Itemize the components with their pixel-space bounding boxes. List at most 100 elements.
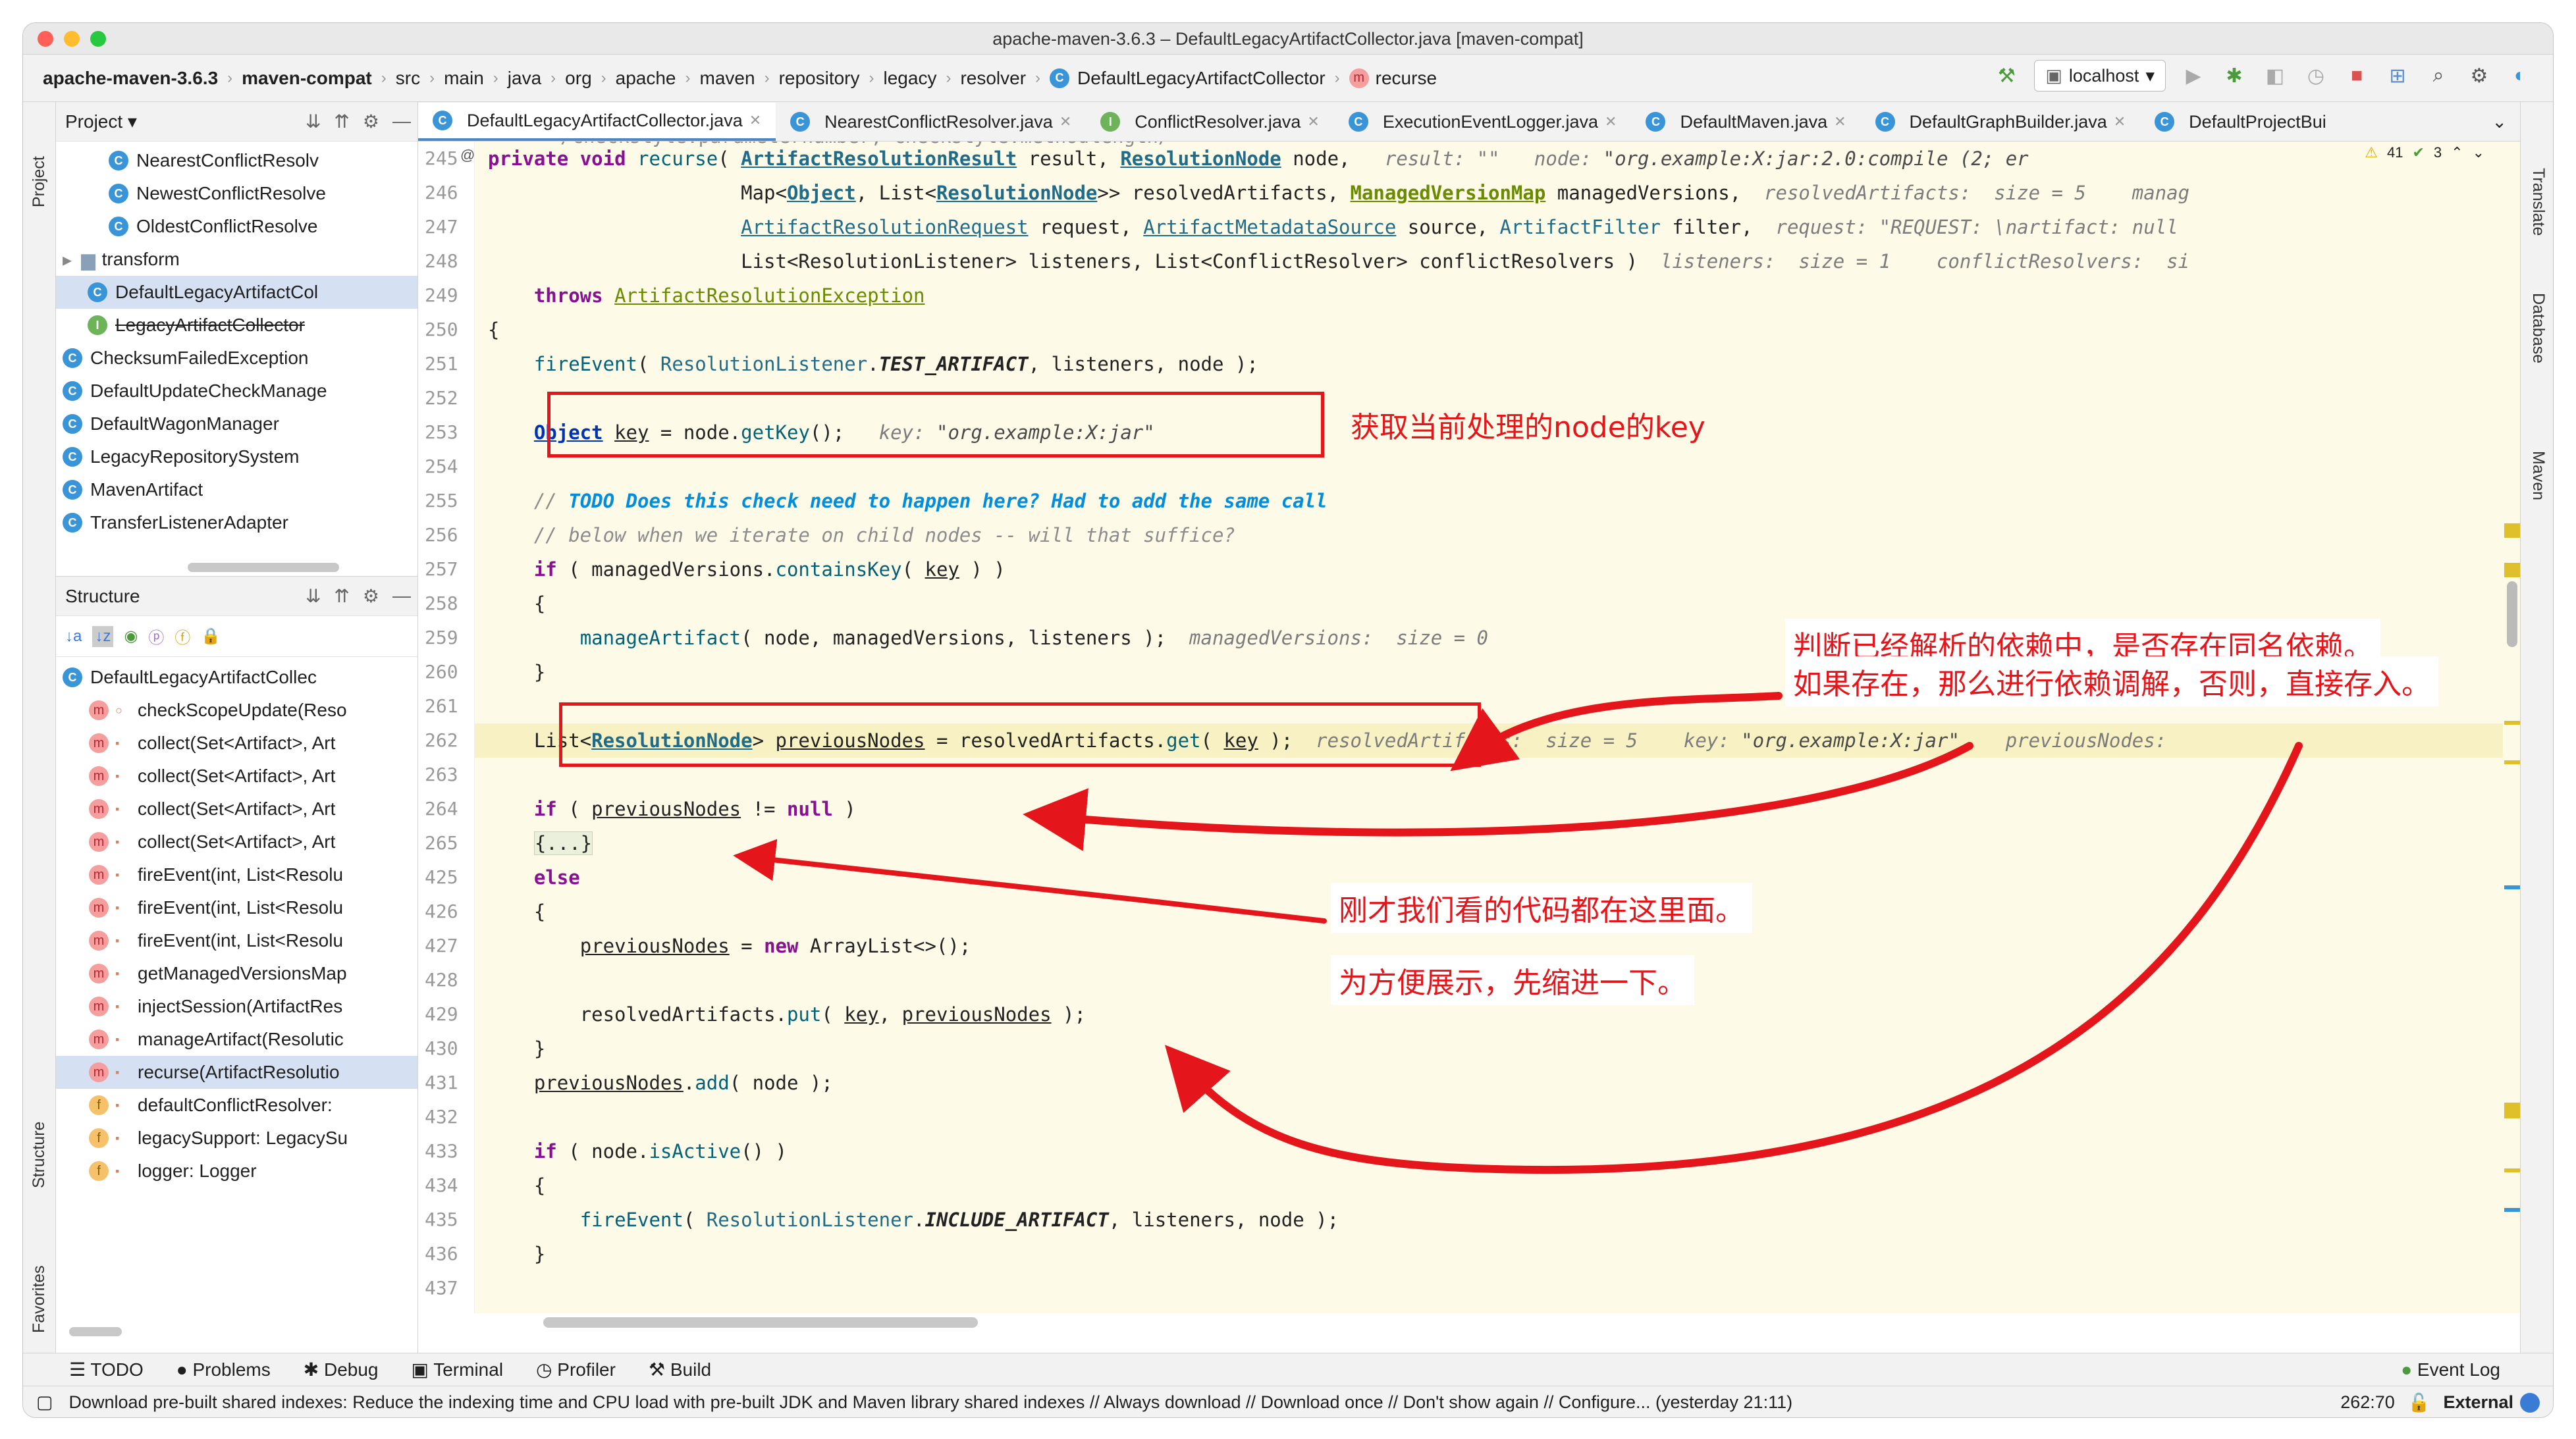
event-log-tool[interactable]: ● Event Log <box>2401 1359 2500 1380</box>
show-properties-icon[interactable]: ⓟ <box>148 625 164 648</box>
tabs-overflow-chevron-icon[interactable]: ⌄ <box>2477 103 2521 141</box>
structure-member[interactable]: m ▪ getManagedVersionsMap <box>56 957 417 990</box>
structure-member[interactable]: m ▪ collect(Set<Artifact>, Art <box>56 825 417 858</box>
structure-member[interactable]: m ▪ injectSession(ArtifactRes <box>56 990 417 1023</box>
tree-item[interactable]: C LegacyRepositorySystem <box>56 440 417 473</box>
sort-alpha-icon[interactable]: ↓a <box>65 627 82 646</box>
horizontal-scrollbar[interactable] <box>188 563 339 572</box>
stop-icon[interactable]: ■ <box>2344 63 2370 89</box>
run-icon[interactable]: ▶ <box>2180 63 2207 89</box>
structure-root[interactable]: C DefaultLegacyArtifactCollec <box>56 661 417 694</box>
horizontal-scrollbar[interactable] <box>69 1327 122 1336</box>
show-inherited-icon[interactable]: ◉ <box>124 627 138 646</box>
database-tool-button[interactable]: Database <box>2529 293 2548 398</box>
structure-tool-button[interactable]: Structure <box>30 1089 49 1188</box>
close-icon[interactable]: ✕ <box>749 112 761 129</box>
gear-icon[interactable]: ⚙ <box>363 585 379 607</box>
close-icon[interactable]: ✕ <box>2114 113 2126 130</box>
tab-defaultprojectbuilder[interactable]: C DefaultProjectBui <box>2140 103 2341 141</box>
tree-item[interactable]: I LegacyArtifactCollector <box>56 309 417 342</box>
crumb-org[interactable]: org <box>565 68 591 89</box>
expand-all-icon[interactable]: ⇊ <box>306 585 321 607</box>
coverage-icon[interactable]: ◧ <box>2262 63 2288 89</box>
close-window-button[interactable] <box>38 31 53 47</box>
debug-icon[interactable]: ✱ <box>2221 63 2247 89</box>
project-structure-icon[interactable]: ⊞ <box>2384 63 2411 89</box>
tree-item[interactable]: C DefaultUpdateCheckManage <box>56 375 417 407</box>
zoom-window-button[interactable] <box>90 31 106 47</box>
crumb-java[interactable]: java <box>508 68 541 89</box>
tree-item[interactable]: C NewestConflictResolve <box>56 177 417 210</box>
minimize-window-button[interactable] <box>64 31 80 47</box>
status-message[interactable]: Download pre-built shared indexes: Reduc… <box>69 1392 1793 1413</box>
inspection-widget[interactable]: ⚠ 41 ✔ 3 ⌃ ⌄ <box>2365 144 2484 161</box>
tree-item-selected[interactable]: C DefaultLegacyArtifactCol <box>56 276 417 309</box>
close-icon[interactable]: ✕ <box>1834 113 1846 130</box>
tree-item[interactable]: C DefaultWagonManager <box>56 407 417 440</box>
tree-item-folder[interactable]: ▸ ▆ transform <box>56 243 417 276</box>
crumb-legacy[interactable]: legacy <box>884 68 937 89</box>
gear-icon[interactable]: ⚙ <box>363 111 379 132</box>
caret-position[interactable]: 262:70 <box>2340 1392 2395 1413</box>
tree-item[interactable]: C OldestConflictResolve <box>56 210 417 243</box>
run-configuration-select[interactable]: ▣ localhost ▾ <box>2034 60 2166 92</box>
tab-defaultmaven[interactable]: C DefaultMaven.java ✕ <box>1631 103 1860 141</box>
structure-member[interactable]: m ▪ manageArtifact(Resolutic <box>56 1023 417 1056</box>
todo-tool[interactable]: ☰ TODO <box>69 1359 144 1380</box>
crumb-resolver[interactable]: resolver <box>960 68 1026 89</box>
show-non-public-icon[interactable]: 🔒 <box>201 627 221 646</box>
vertical-scrollbar-thumb[interactable] <box>2507 581 2517 647</box>
structure-member-selected[interactable]: m ▪ recurse(ArtifactResolutio <box>56 1056 417 1089</box>
terminal-tool[interactable]: ▣ Terminal <box>412 1359 504 1380</box>
problems-tool[interactable]: ● Problems <box>176 1359 271 1380</box>
project-tool-button[interactable]: Project <box>30 128 49 207</box>
crumb-class[interactable]: DefaultLegacyArtifactCollector <box>1077 68 1326 89</box>
structure-member[interactable]: f ▪ logger: Logger <box>56 1155 417 1188</box>
lock-icon[interactable]: 🔓 <box>2408 1392 2430 1413</box>
crumb-repository[interactable]: repository <box>779 68 860 89</box>
project-panel-title[interactable]: Project <box>65 111 122 132</box>
tab-defaultlegacyartifactcollector[interactable]: C DefaultLegacyArtifactCollector.java ✕ <box>418 103 776 141</box>
favorites-tool-button[interactable]: Favorites <box>30 1234 49 1333</box>
file-mode[interactable]: External <box>2443 1392 2513 1413</box>
expand-all-icon[interactable]: ⇊ <box>306 111 321 132</box>
tree-item[interactable]: C MavenArtifact <box>56 473 417 506</box>
tab-nearestconflictresolver[interactable]: C NearestConflictResolver.java ✕ <box>776 103 1086 141</box>
structure-member[interactable]: f ▪ defaultConflictResolver: <box>56 1089 417 1122</box>
translate-tool-button[interactable]: Translate <box>2529 168 2548 260</box>
profiler-tool[interactable]: ◷ Profiler <box>536 1359 616 1380</box>
debug-tool[interactable]: ✱ Debug <box>304 1359 379 1380</box>
close-icon[interactable]: ✕ <box>1605 113 1617 130</box>
tab-conflictresolver[interactable]: I ConflictResolver.java ✕ <box>1086 103 1334 141</box>
structure-member[interactable]: m ○ checkScopeUpdate(Reso <box>56 694 417 727</box>
crumb-main[interactable]: main <box>444 68 484 89</box>
sort-visibility-icon[interactable]: ↓z <box>92 625 114 647</box>
hide-icon[interactable]: — <box>392 585 411 607</box>
chevron-up-icon[interactable]: ⌃ <box>2451 144 2463 161</box>
crumb-apache[interactable]: apache <box>616 68 676 89</box>
status-toggle-icon[interactable]: ▢ <box>36 1392 53 1413</box>
maven-tool-button[interactable]: Maven <box>2529 451 2548 530</box>
tree-item[interactable]: C ChecksumFailedException <box>56 342 417 375</box>
build-hammer-icon[interactable]: ⚒ <box>1993 63 2020 89</box>
collapse-all-icon[interactable]: ⇈ <box>334 585 349 607</box>
tree-item[interactable]: C TransferListenerAdapter <box>56 506 417 539</box>
tab-defaultgraphbuilder[interactable]: C DefaultGraphBuilder.java ✕ <box>1861 103 2141 141</box>
override-marker-icon[interactable]: @ <box>460 147 475 164</box>
crumb-project[interactable]: apache-maven-3.6.3 <box>43 68 218 89</box>
hide-icon[interactable]: — <box>392 111 411 132</box>
chevron-down-icon[interactable]: ⌄ <box>2473 144 2484 161</box>
horizontal-scrollbar[interactable] <box>543 1317 978 1328</box>
search-icon[interactable]: ⌕ <box>2425 63 2452 89</box>
chevron-right-icon[interactable]: ▸ <box>63 249 72 271</box>
crumb-src[interactable]: src <box>396 68 420 89</box>
structure-member[interactable]: m ▪ collect(Set<Artifact>, Art <box>56 727 417 760</box>
tab-executioneventlogger[interactable]: C ExecutionEventLogger.java ✕ <box>1334 103 1632 141</box>
user-avatar-icon[interactable] <box>2520 1392 2540 1413</box>
crumb-maven[interactable]: maven <box>700 68 755 89</box>
show-fields-icon[interactable]: ⓕ <box>174 625 190 648</box>
crumb-method[interactable]: recurse <box>1376 68 1437 89</box>
structure-member[interactable]: m ▪ collect(Set<Artifact>, Art <box>56 793 417 825</box>
structure-member[interactable]: f ▪ legacySupport: LegacySu <box>56 1122 417 1155</box>
error-stripe[interactable] <box>2503 142 2524 1313</box>
